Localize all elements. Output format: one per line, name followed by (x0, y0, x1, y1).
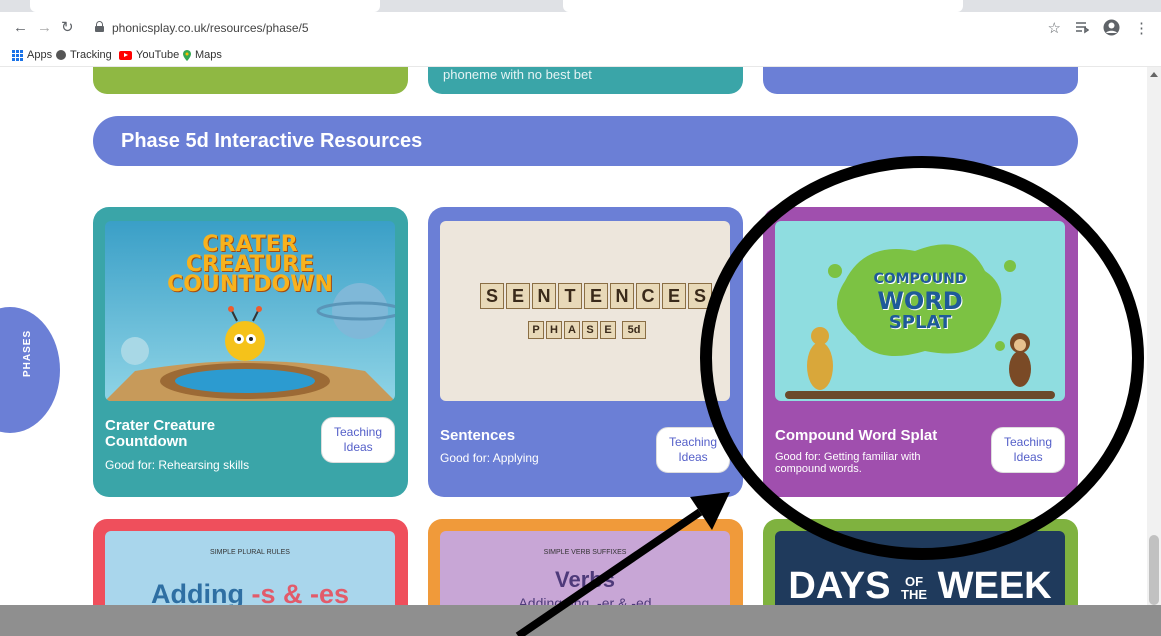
highlight-circle (700, 156, 1144, 560)
annotation-overlay (515, 156, 1144, 636)
pointer-arrow-shaft (515, 508, 703, 636)
